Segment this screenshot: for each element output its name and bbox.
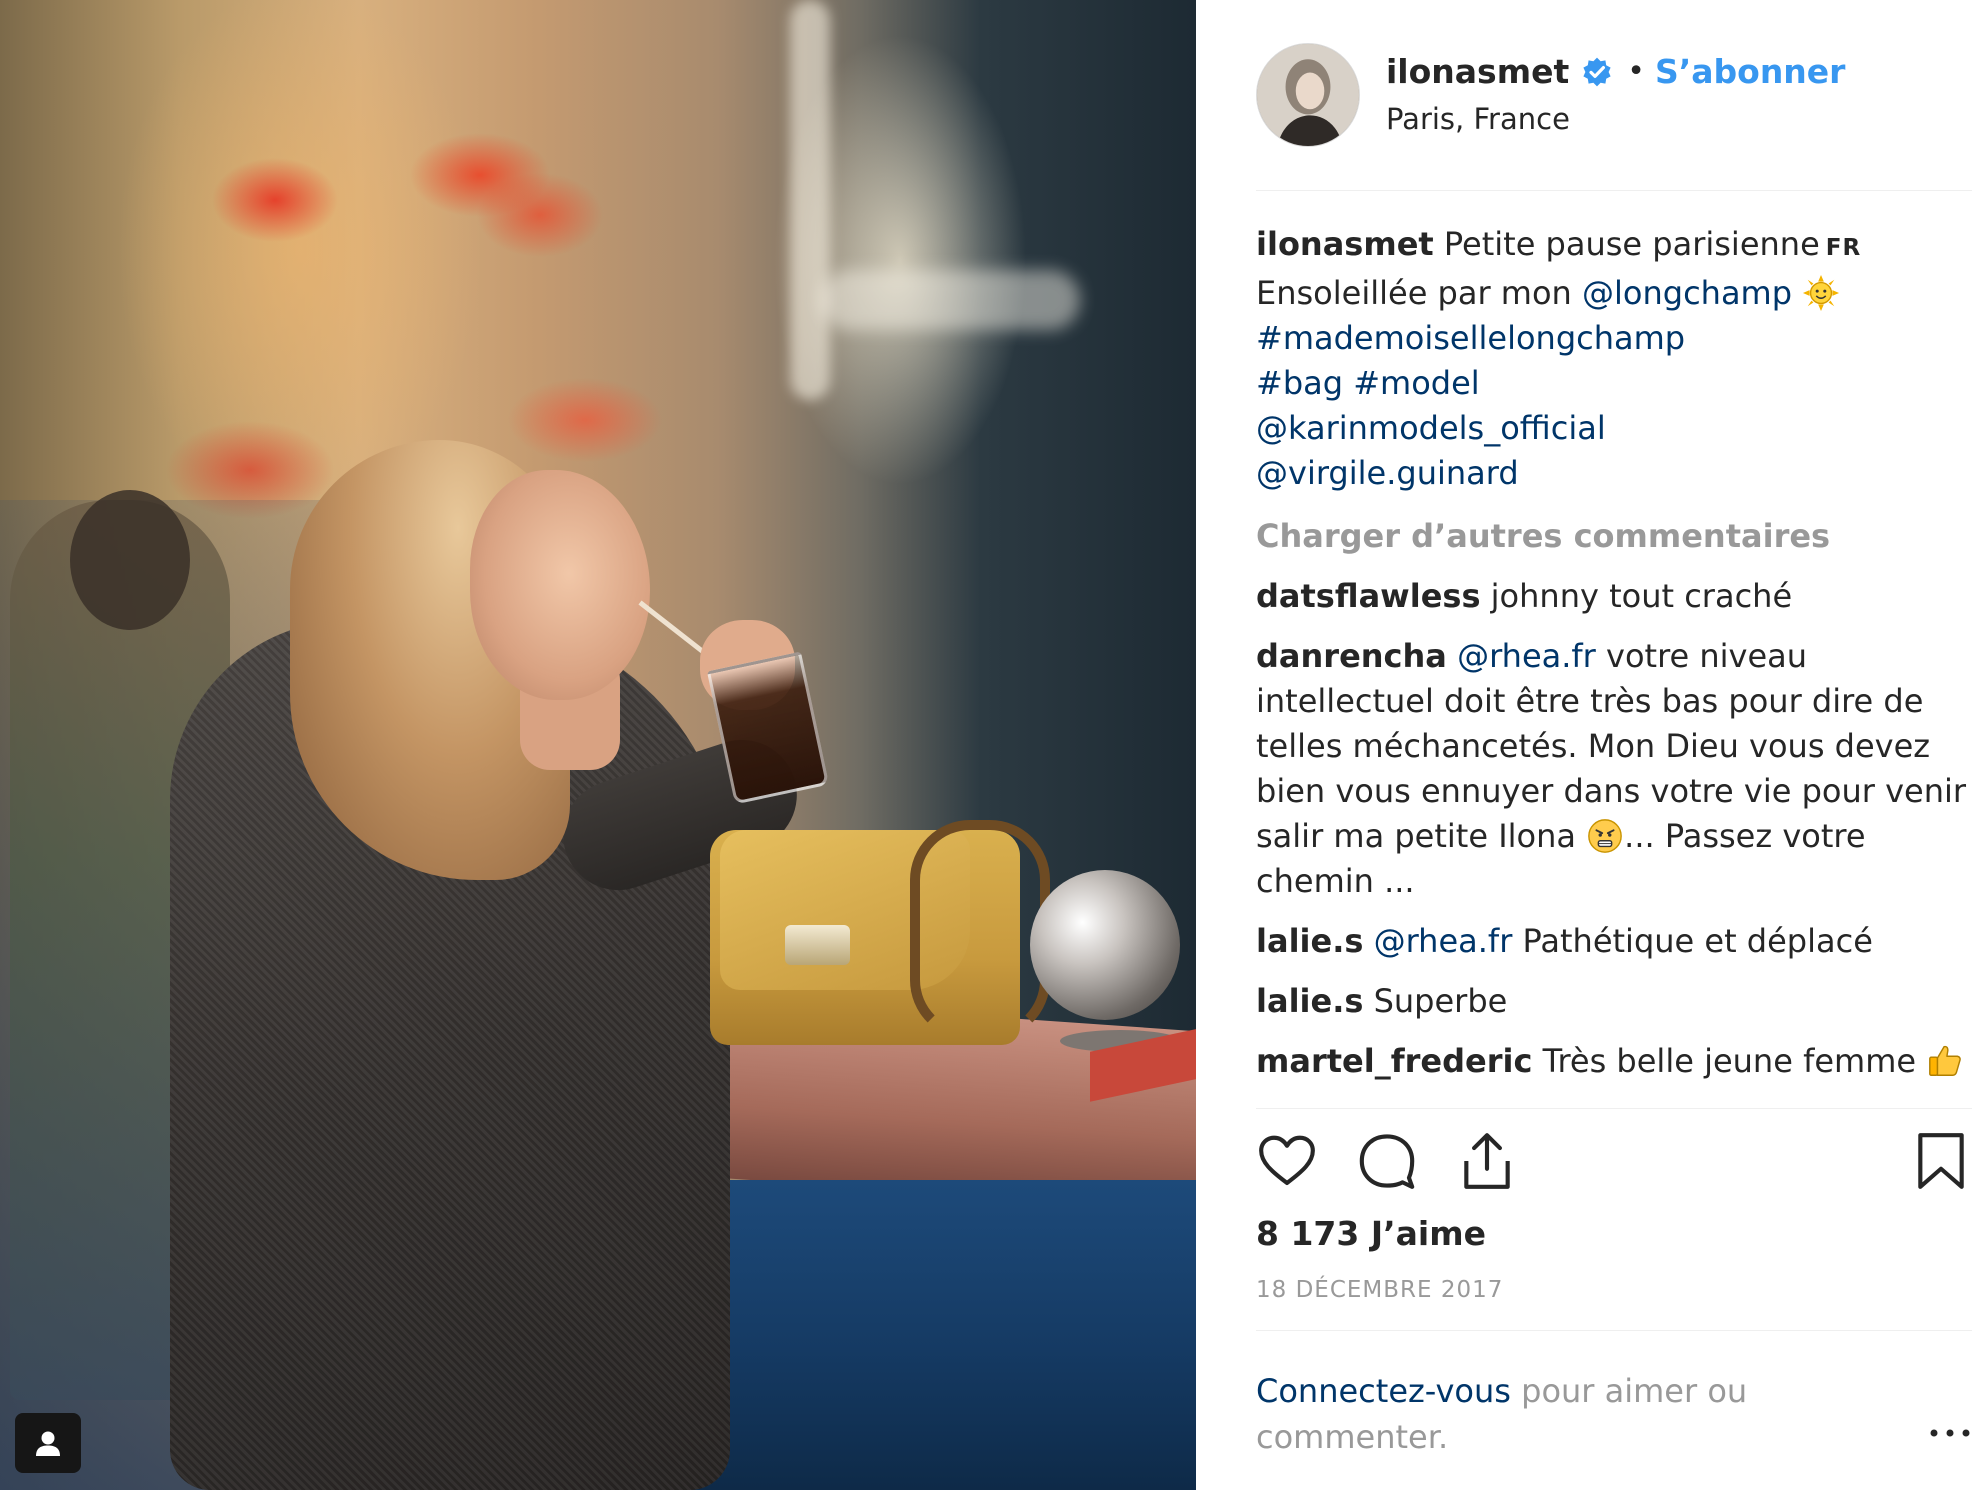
comment-text: Pathétique et déplacé — [1522, 922, 1873, 960]
mention-link[interactable]: @rhea.fr — [1457, 637, 1596, 675]
comment-item: datsflawless johnny tout craché — [1256, 574, 1972, 619]
comment-username[interactable]: danrencha — [1256, 637, 1447, 675]
avatar-portrait-icon — [1257, 44, 1359, 146]
caption-username[interactable]: ilonasmet — [1256, 225, 1434, 263]
comment-item: lalie.s Superbe — [1256, 979, 1972, 1024]
user-tag-icon[interactable] — [15, 1413, 81, 1473]
mention-link[interactable]: @karinmodels_official — [1256, 409, 1606, 447]
mention-link[interactable]: @rhea.fr — [1374, 922, 1513, 960]
post-date[interactable]: 18 DÉCEMBRE 2017 — [1256, 1277, 1503, 1303]
comment-username[interactable]: datsflawless — [1256, 577, 1480, 615]
verified-badge-icon — [1583, 57, 1611, 86]
header-divider — [1256, 190, 1972, 191]
heart-icon — [1259, 1135, 1315, 1186]
save-button[interactable] — [1910, 1130, 1972, 1192]
login-prompt: Connectez-vous pour aimer ou commenter. — [1256, 1368, 1856, 1460]
login-link[interactable]: Connectez-vous — [1256, 1372, 1511, 1410]
user-silhouette-icon — [36, 1431, 60, 1456]
hashtag-link[interactable]: #bag — [1256, 364, 1343, 402]
comment-text: Très belle jeune femme — [1542, 1042, 1917, 1080]
hashtag-link[interactable]: #model — [1353, 364, 1479, 402]
post-username[interactable]: ilonasmet — [1386, 52, 1569, 91]
photo-globe — [1030, 870, 1180, 1020]
load-more-comments-button[interactable]: Charger d’autres commentaires — [1256, 514, 1972, 559]
angry-face-emoji-icon — [1588, 819, 1623, 853]
share-icon — [1464, 1133, 1510, 1189]
post-header: ilonasmet • S’abonner — [1386, 52, 1845, 91]
more-options-icon[interactable] — [1928, 1418, 1972, 1448]
post-location[interactable]: Paris, France — [1386, 102, 1570, 136]
mention-link[interactable]: @virgile.guinard — [1256, 454, 1519, 492]
translate-button[interactable]: FR — [1826, 235, 1861, 261]
thumbs-up-emoji-icon — [1929, 1045, 1962, 1076]
caption-text: Petite pause parisienne — [1443, 225, 1820, 263]
photo-bag-handle — [910, 820, 1050, 1040]
caption-text: Ensoleillée par mon — [1256, 274, 1572, 312]
avatar[interactable] — [1256, 43, 1360, 147]
comment-text: Superbe — [1373, 982, 1508, 1020]
comment-username[interactable]: lalie.s — [1256, 922, 1363, 960]
comment-button[interactable] — [1356, 1130, 1418, 1192]
comment-username[interactable]: lalie.s — [1256, 982, 1363, 1020]
share-button[interactable] — [1456, 1130, 1518, 1192]
comment-item: lalie.s @rhea.fr Pathétique et déplacé — [1256, 919, 1972, 964]
like-button[interactable] — [1256, 1130, 1318, 1192]
post-sidebar: ilonasmet • S’abonner Paris, France ilon… — [1196, 0, 1984, 1490]
mention-link[interactable]: @longchamp — [1582, 274, 1792, 312]
post-photo[interactable] — [0, 0, 1196, 1490]
likes-count[interactable]: 8 173 J’aime — [1256, 1214, 1486, 1253]
comment-item: danrencha @rhea.fr votre niveau intellec… — [1256, 634, 1972, 904]
follow-button[interactable]: S’abonner — [1655, 52, 1846, 91]
header-separator: • — [1627, 54, 1645, 89]
photo-neon-light — [820, 270, 1080, 330]
comment-item: martel_frederic Très belle jeune femme — [1256, 1039, 1972, 1084]
photo-woman-face — [470, 470, 650, 700]
caption: ilonasmet Petite pause parisienne FR Enso… — [1256, 222, 1972, 496]
photo-neon-light — [790, 0, 830, 400]
comments-divider — [1256, 1108, 1972, 1109]
comment-icon — [1359, 1134, 1415, 1189]
sun-emoji-icon — [1803, 274, 1840, 312]
comments-list: ilonasmet Petite pause parisienne FR Enso… — [1256, 222, 1972, 1084]
photo-background-person-head — [70, 490, 190, 630]
action-bar — [1256, 1130, 1972, 1190]
hashtag-link[interactable]: #mademoisellelongchamp — [1256, 319, 1685, 357]
bookmark-icon — [1918, 1133, 1964, 1189]
comment-username[interactable]: martel_frederic — [1256, 1042, 1532, 1080]
comment-text: johnny tout craché — [1490, 577, 1793, 615]
photo-bag-clasp — [785, 925, 850, 965]
date-divider — [1256, 1330, 1972, 1331]
